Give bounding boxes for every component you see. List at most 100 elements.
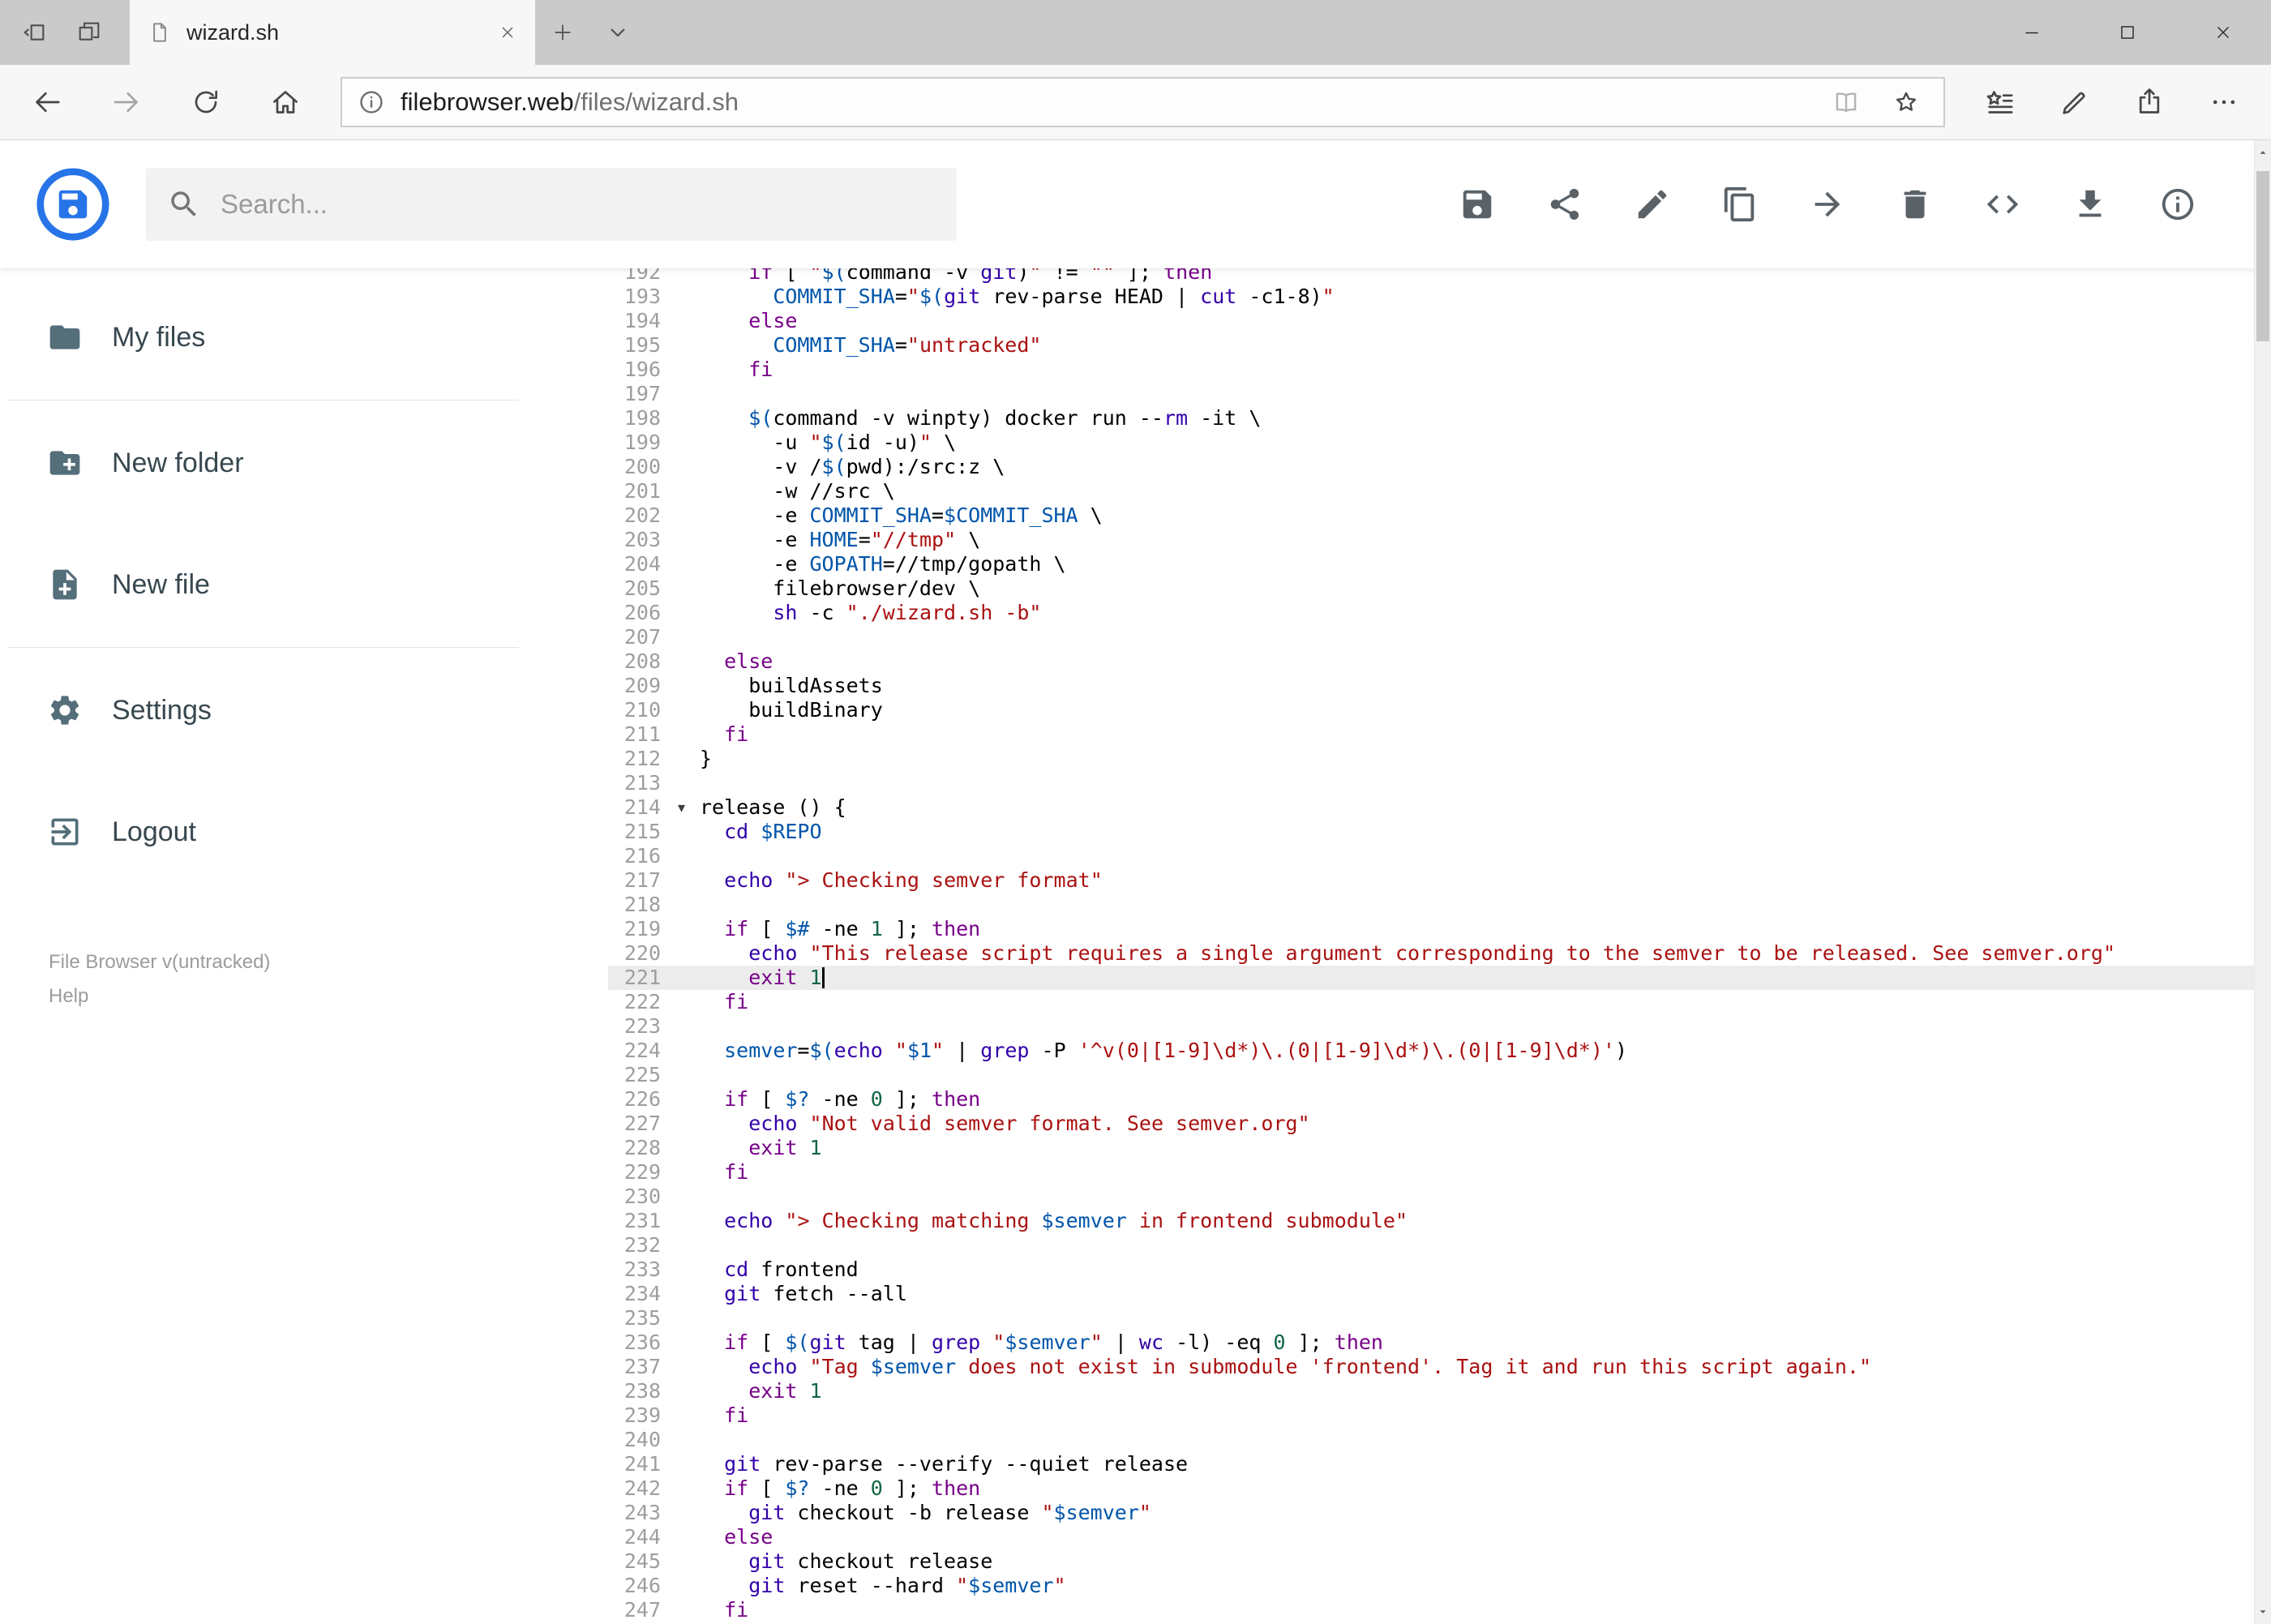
code-line-text[interactable]: $(command -v winpty) docker run --rm -it…	[700, 406, 2254, 431]
code-line[interactable]: 205 filebrowser/dev \	[608, 576, 2254, 601]
code-line[interactable]: 246 git reset --hard "$semver"	[608, 1574, 2254, 1598]
favorite-star-button[interactable]	[1883, 79, 1929, 125]
code-line[interactable]: 203 -e HOME="//tmp" \	[608, 528, 2254, 552]
back-button[interactable]	[10, 75, 84, 129]
code-line[interactable]: 218	[608, 893, 2254, 917]
copy-button[interactable]	[1721, 186, 1759, 223]
tabs-preview-button[interactable]	[62, 0, 117, 65]
code-line-text[interactable]: -e COMMIT_SHA=$COMMIT_SHA \	[700, 503, 2254, 528]
code-line-text[interactable]: fi	[700, 722, 2254, 747]
code-line[interactable]: 194 else	[608, 309, 2254, 333]
editor-button[interactable]	[1984, 186, 2021, 223]
code-line[interactable]: 213	[608, 771, 2254, 795]
code-line[interactable]: 209 buildAssets	[608, 674, 2254, 698]
save-button[interactable]	[1459, 186, 1496, 223]
code-line-text[interactable]	[700, 1428, 2254, 1452]
code-line[interactable]: 201 -w //src \	[608, 479, 2254, 503]
code-line[interactable]: 196 fi	[608, 358, 2254, 382]
download-button[interactable]	[2072, 186, 2109, 223]
code-line[interactable]: 229 fi	[608, 1160, 2254, 1185]
code-line-text[interactable]: if [ $(git tag | grep "$semver" | wc -l)…	[700, 1330, 2254, 1355]
code-line[interactable]: 216	[608, 844, 2254, 868]
code-line[interactable]: 241 git rev-parse --verify --quiet relea…	[608, 1452, 2254, 1476]
code-editor[interactable]: 192 if [ "$(command -v git)" != "" ]; th…	[608, 260, 2254, 1624]
code-line[interactable]: 193 COMMIT_SHA="$(git rev-parse HEAD | c…	[608, 285, 2254, 309]
code-line[interactable]: 231 echo "> Checking matching $semver in…	[608, 1209, 2254, 1233]
code-line-text[interactable]: COMMIT_SHA="$(git rev-parse HEAD | cut -…	[700, 285, 2254, 309]
code-line[interactable]: 239 fi	[608, 1403, 2254, 1428]
sidebar-item-settings[interactable]: Settings	[0, 649, 527, 771]
code-line[interactable]: 225	[608, 1063, 2254, 1087]
code-line[interactable]: 242 if [ $? -ne 0 ]; then	[608, 1476, 2254, 1501]
code-line-text[interactable]	[700, 1185, 2254, 1209]
rename-button[interactable]	[1634, 186, 1671, 223]
code-line-text[interactable]: exit 1	[700, 1379, 2254, 1403]
code-line-text[interactable]: git checkout release	[700, 1549, 2254, 1574]
tab-close-icon[interactable]	[498, 23, 517, 42]
code-line[interactable]: 206 sh -c "./wizard.sh -b"	[608, 601, 2254, 625]
code-line-text[interactable]: echo "> Checking semver format"	[700, 868, 2254, 893]
code-line-text[interactable]	[700, 382, 2254, 406]
code-line-text[interactable]: }	[700, 747, 2254, 771]
code-line[interactable]: 227 echo "Not valid semver format. See s…	[608, 1112, 2254, 1136]
code-line-text[interactable]: fi	[700, 990, 2254, 1014]
code-line-text[interactable]: release () {	[700, 795, 2254, 820]
code-line[interactable]: 197	[608, 382, 2254, 406]
code-line-text[interactable]: echo "> Checking matching $semver in fro…	[700, 1209, 2254, 1233]
code-line-text[interactable]: -e GOPATH=//tmp/gopath \	[700, 552, 2254, 576]
code-line[interactable]: 230	[608, 1185, 2254, 1209]
close-button[interactable]	[2175, 0, 2271, 65]
code-line-text[interactable]: -u "$(id -u)" \	[700, 431, 2254, 455]
code-line[interactable]: 217 echo "> Checking semver format"	[608, 868, 2254, 893]
code-line[interactable]: 243 git checkout -b release "$semver"	[608, 1501, 2254, 1525]
code-line[interactable]: 211 fi	[608, 722, 2254, 747]
code-line-text[interactable]	[700, 1063, 2254, 1087]
share-button[interactable]	[1546, 186, 1583, 223]
site-info-icon[interactable]	[357, 88, 386, 117]
scrollbar-thumb[interactable]	[2256, 171, 2269, 341]
code-line-text[interactable]: if [ $# -ne 1 ]; then	[700, 917, 2254, 941]
code-line-text[interactable]	[700, 1306, 2254, 1330]
tab-list-button[interactable]	[590, 0, 645, 65]
scroll-up-icon[interactable]	[2255, 140, 2271, 165]
code-line-text[interactable]	[700, 844, 2254, 868]
code-line-text[interactable]: COMMIT_SHA="untracked"	[700, 333, 2254, 358]
forward-button[interactable]	[89, 75, 164, 129]
code-line[interactable]: 240	[608, 1428, 2254, 1452]
code-line-text[interactable]: -v /$(pwd):/src:z \	[700, 455, 2254, 479]
code-line[interactable]: 214 ▾ release () {	[608, 795, 2254, 820]
code-line-text[interactable]: echo "This release script requires a sin…	[700, 941, 2254, 966]
new-tab-button[interactable]	[535, 0, 590, 65]
code-line[interactable]: 247 fi	[608, 1598, 2254, 1622]
active-tab[interactable]: wizard.sh	[130, 0, 535, 65]
code-line[interactable]: 198 $(command -v winpty) docker run --rm…	[608, 406, 2254, 431]
code-line-text[interactable]: fi	[700, 1403, 2254, 1428]
code-line-text[interactable]: if [ $? -ne 0 ]; then	[700, 1087, 2254, 1112]
code-line-text[interactable]: echo "Not valid semver format. See semve…	[700, 1112, 2254, 1136]
help-link[interactable]: Help	[49, 985, 88, 1008]
code-line[interactable]: 238 exit 1	[608, 1379, 2254, 1403]
info-button[interactable]	[2159, 186, 2196, 223]
code-line-text[interactable]: buildAssets	[700, 674, 2254, 698]
code-line-text[interactable]: else	[700, 309, 2254, 333]
more-options-button[interactable]	[2187, 75, 2261, 129]
move-button[interactable]	[1809, 186, 1846, 223]
share-button[interactable]	[2112, 75, 2187, 129]
code-line[interactable]: 233 cd frontend	[608, 1258, 2254, 1282]
refresh-button[interactable]	[169, 75, 243, 129]
code-line[interactable]: 236 if [ $(git tag | grep "$semver" | wc…	[608, 1330, 2254, 1355]
code-line-text[interactable]: cd frontend	[700, 1258, 2254, 1282]
code-line-text[interactable]: git checkout -b release "$semver"	[700, 1501, 2254, 1525]
favorites-hub-button[interactable]	[1963, 75, 2037, 129]
minimize-button[interactable]	[1984, 0, 2080, 65]
code-line[interactable]: 232	[608, 1233, 2254, 1258]
code-line-text[interactable]: sh -c "./wizard.sh -b"	[700, 601, 2254, 625]
address-bar[interactable]: filebrowser.web/files/wizard.sh	[341, 77, 1945, 127]
code-line[interactable]: 202 -e COMMIT_SHA=$COMMIT_SHA \	[608, 503, 2254, 528]
code-line[interactable]: 208 else	[608, 649, 2254, 674]
code-line[interactable]: 224 semver=$(echo "$1" | grep -P '^v(0|[…	[608, 1039, 2254, 1063]
code-line[interactable]: 223	[608, 1014, 2254, 1039]
scroll-down-icon[interactable]	[2255, 1600, 2271, 1624]
code-line[interactable]: 222 fi	[608, 990, 2254, 1014]
code-line[interactable]: 221 exit 1	[608, 966, 2254, 990]
